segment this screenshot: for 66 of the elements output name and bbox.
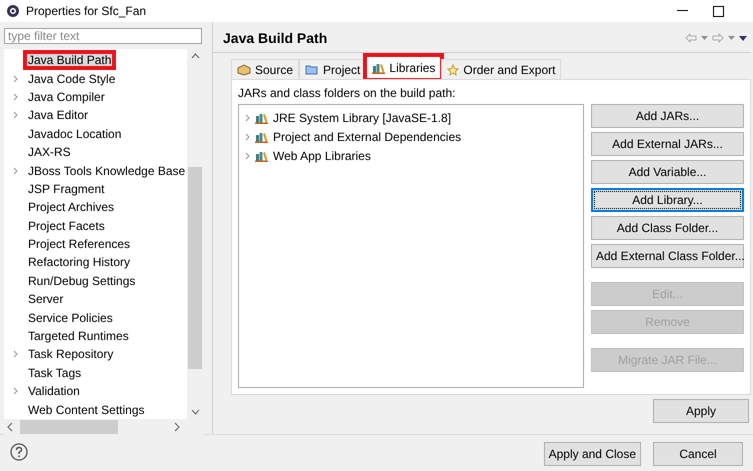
tab[interactable]: Source xyxy=(231,59,300,79)
footer-button[interactable]: Cancel xyxy=(653,442,743,466)
help-icon[interactable] xyxy=(10,443,28,461)
tree-item[interactable]: JSP Fragment xyxy=(26,182,106,196)
tree-item[interactable]: JBoss Tools Knowledge Base xyxy=(26,164,188,178)
expand-icon[interactable] xyxy=(12,166,18,175)
dropdown-icon[interactable] xyxy=(728,36,735,40)
action-button[interactable]: Add Class Folder... xyxy=(591,216,744,240)
scroll-right-icon[interactable] xyxy=(173,422,181,432)
tree-item[interactable]: Run/Debug Settings xyxy=(26,274,138,288)
books-icon xyxy=(255,130,268,142)
books-icon xyxy=(255,112,268,124)
action-button[interactable]: Add JARs... xyxy=(591,104,744,128)
tree-item[interactable]: Project Archives xyxy=(26,200,116,214)
tree-item[interactable]: Service Policies xyxy=(26,310,115,325)
tree-item[interactable]: Web Content Settings xyxy=(26,402,147,417)
menu-icon[interactable] xyxy=(739,36,747,40)
tree-item[interactable]: Targeted Runtimes xyxy=(26,329,131,344)
tree-item[interactable]: Javadoc Location xyxy=(26,126,124,141)
library-item[interactable]: Project and External Dependencies xyxy=(273,130,462,144)
tree-item[interactable]: Refactoring History xyxy=(26,255,132,270)
books-icon xyxy=(372,62,386,74)
minimize-icon[interactable] xyxy=(677,10,688,12)
tree-item[interactable]: Project References xyxy=(26,237,132,252)
tree-item[interactable]: Project Facets xyxy=(26,218,107,233)
tree-item[interactable]: Java Code Style xyxy=(26,72,118,86)
expand-icon[interactable] xyxy=(12,74,18,83)
library-item[interactable]: JRE System Library [JavaSE-1.8] xyxy=(273,110,452,124)
dropdown-icon[interactable] xyxy=(701,36,708,40)
star-icon xyxy=(447,64,460,76)
expand-icon[interactable] xyxy=(12,350,18,358)
action-button[interactable]: Add Library... xyxy=(591,188,744,212)
expand-icon[interactable] xyxy=(245,114,250,122)
window-title: Properties for Sfc_Fan xyxy=(26,4,148,18)
page-title: Java Build Path xyxy=(223,30,328,46)
package-icon xyxy=(237,64,251,76)
tree-item[interactable]: JAX-RS xyxy=(26,145,73,160)
tree-item[interactable]: Task Tags xyxy=(26,366,84,380)
app-icon xyxy=(6,4,20,18)
apply-button[interactable]: Apply xyxy=(653,399,749,423)
books-icon xyxy=(255,150,268,162)
list-label: JARs and class folders on the build path: xyxy=(238,86,456,100)
tree-item[interactable]: Java Editor xyxy=(26,108,90,122)
expand-icon[interactable] xyxy=(245,152,250,160)
tree-item[interactable]: Java Compiler xyxy=(26,90,107,104)
expand-icon[interactable] xyxy=(12,92,18,101)
action-button[interactable]: Add Variable... xyxy=(591,160,744,184)
tree-item[interactable]: Validation xyxy=(26,384,82,398)
expand-icon[interactable] xyxy=(12,387,18,396)
filter-field[interactable]: type filter text xyxy=(4,28,202,44)
expand-icon[interactable] xyxy=(12,111,18,120)
tab[interactable]: Libraries xyxy=(366,56,442,79)
forward-icon[interactable] xyxy=(712,33,724,43)
action-button[interactable]: Add External JARs... xyxy=(591,132,744,156)
tree-item[interactable]: Task Repository xyxy=(26,347,116,362)
maximize-icon[interactable] xyxy=(713,6,724,16)
scroll-left-icon[interactable] xyxy=(6,422,14,432)
tree-item[interactable]: Java Build Path xyxy=(26,53,114,68)
action-button[interactable]: Add External Class Folder... xyxy=(591,244,744,268)
folder-icon xyxy=(305,64,320,76)
footer-button[interactable]: Apply and Close xyxy=(544,442,641,466)
back-icon[interactable] xyxy=(685,33,697,43)
tab[interactable]: Order and Export xyxy=(441,59,562,79)
tree-item[interactable]: Server xyxy=(26,292,66,306)
library-item[interactable]: Web App Libraries xyxy=(273,148,371,162)
expand-icon[interactable] xyxy=(245,132,250,140)
